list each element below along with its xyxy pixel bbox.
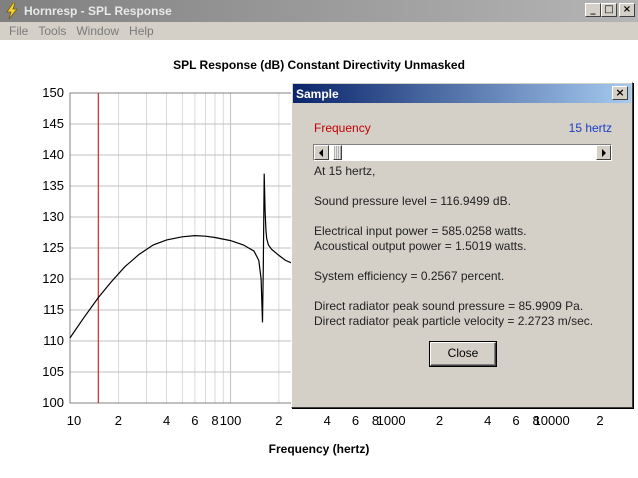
info-electrical-power: Electrical input power = 585.0258 watts.	[314, 224, 527, 238]
sample-dialog: Sample × Frequency 15 hertz At 15 hertz,…	[291, 82, 633, 408]
frequency-label: Frequency	[314, 121, 371, 135]
dialog-title: Sample	[296, 86, 339, 101]
info-peak-velocity: Direct radiator peak particle velocity =…	[314, 314, 594, 328]
x-tick-label: 100	[219, 413, 242, 428]
y-tick-label: 135	[42, 178, 64, 193]
info-spl: Sound pressure level = 116.9499 dB.	[314, 194, 511, 208]
y-tick-label: 100	[42, 395, 64, 410]
y-tick-label: 145	[42, 116, 64, 131]
window-titlebar[interactable]: Hornresp - SPL Response _ □ ×	[0, 0, 638, 22]
menu-help[interactable]: Help	[124, 24, 159, 38]
x-tick-label: 2	[596, 413, 604, 428]
y-tick-label: 120	[42, 271, 64, 286]
menu-file[interactable]: File	[4, 24, 33, 38]
lightning-icon	[6, 3, 18, 19]
x-tick-label: 10	[66, 413, 82, 428]
y-tick-label: 150	[42, 85, 64, 100]
window-controls: _ □ ×	[585, 3, 635, 17]
y-tick-label: 105	[42, 364, 64, 379]
maximize-button[interactable]: □	[601, 3, 617, 17]
minimize-button[interactable]: _	[585, 3, 601, 17]
menu-tools[interactable]: Tools	[33, 24, 71, 38]
info-efficiency: System efficiency = 0.2567 percent.	[314, 269, 505, 283]
frequency-value: 15 hertz	[568, 121, 612, 135]
x-tick-label: 2	[275, 413, 283, 428]
window-title: Hornresp - SPL Response	[24, 4, 172, 18]
slider-right-arrow-icon[interactable]	[596, 145, 611, 160]
y-tick-label: 125	[42, 240, 64, 255]
dialog-close-icon[interactable]: ×	[612, 86, 628, 100]
info-peak-pressure: Direct radiator peak sound pressure = 85…	[314, 299, 584, 313]
close-button[interactable]: Close	[430, 342, 496, 366]
info-at-frequency: At 15 hertz,	[314, 164, 376, 178]
info-acoustical-power: Acoustical output power = 1.5019 watts.	[314, 239, 527, 253]
close-window-button[interactable]: ×	[619, 3, 635, 17]
y-tick-label: 115	[43, 302, 64, 317]
menubar: File Tools Window Help	[0, 22, 638, 40]
menu-window[interactable]: Window	[71, 24, 124, 38]
slider-thumb[interactable]	[332, 145, 342, 160]
dialog-titlebar[interactable]: Sample	[293, 84, 631, 103]
y-tick-label: 110	[43, 333, 64, 348]
x-axis-title: Frequency (hertz)	[268, 442, 370, 456]
spl-curve	[69, 173, 292, 339]
x-tick-label: 2	[114, 413, 122, 428]
x-tick-label: 1000	[376, 413, 406, 428]
x-tick-label: 2	[435, 413, 444, 428]
y-tick-label: 130	[42, 209, 64, 224]
slider-left-arrow-icon[interactable]	[314, 145, 329, 160]
frequency-slider[interactable]	[313, 144, 612, 161]
y-tick-label: 140	[42, 147, 64, 162]
x-tick-label: 10000	[533, 413, 570, 428]
